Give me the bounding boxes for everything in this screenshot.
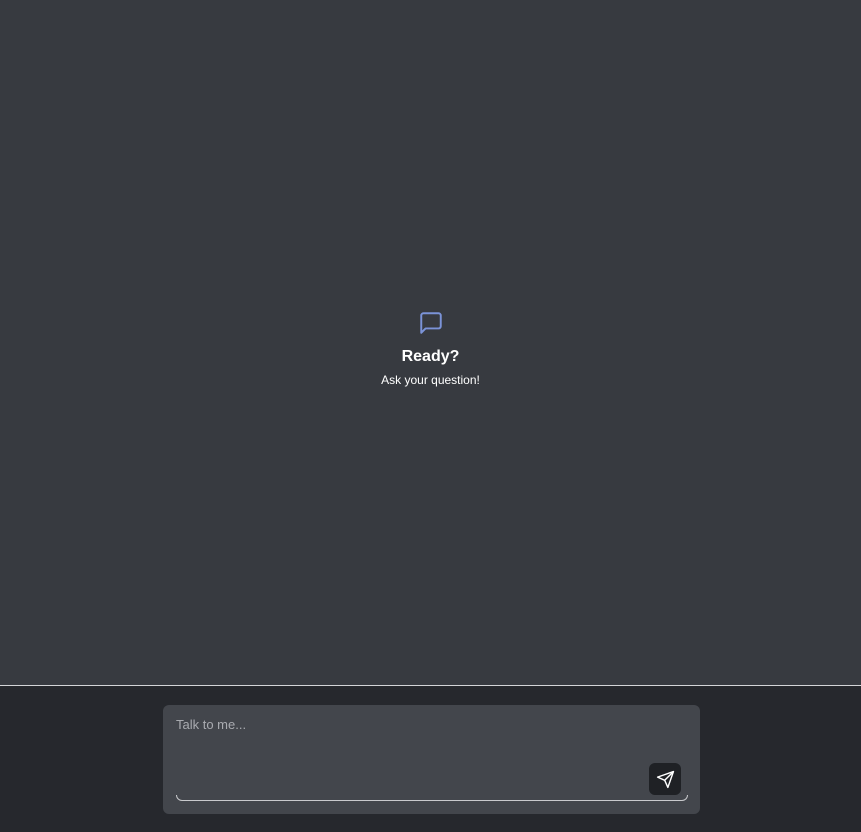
send-icon [656,770,675,789]
composer-card [163,705,700,814]
empty-state-title: Ready? [401,348,460,365]
message-input[interactable] [176,717,636,797]
chat-app: Ready? Ask your question! [0,0,861,832]
chat-messages-area: Ready? Ask your question! [0,0,861,685]
composer-bar [0,686,861,832]
input-underline [176,795,688,801]
message-square-icon [418,310,444,336]
empty-state-subtitle: Ask your question! [381,373,480,387]
send-button[interactable] [649,763,681,795]
empty-state: Ready? Ask your question! [0,310,861,389]
